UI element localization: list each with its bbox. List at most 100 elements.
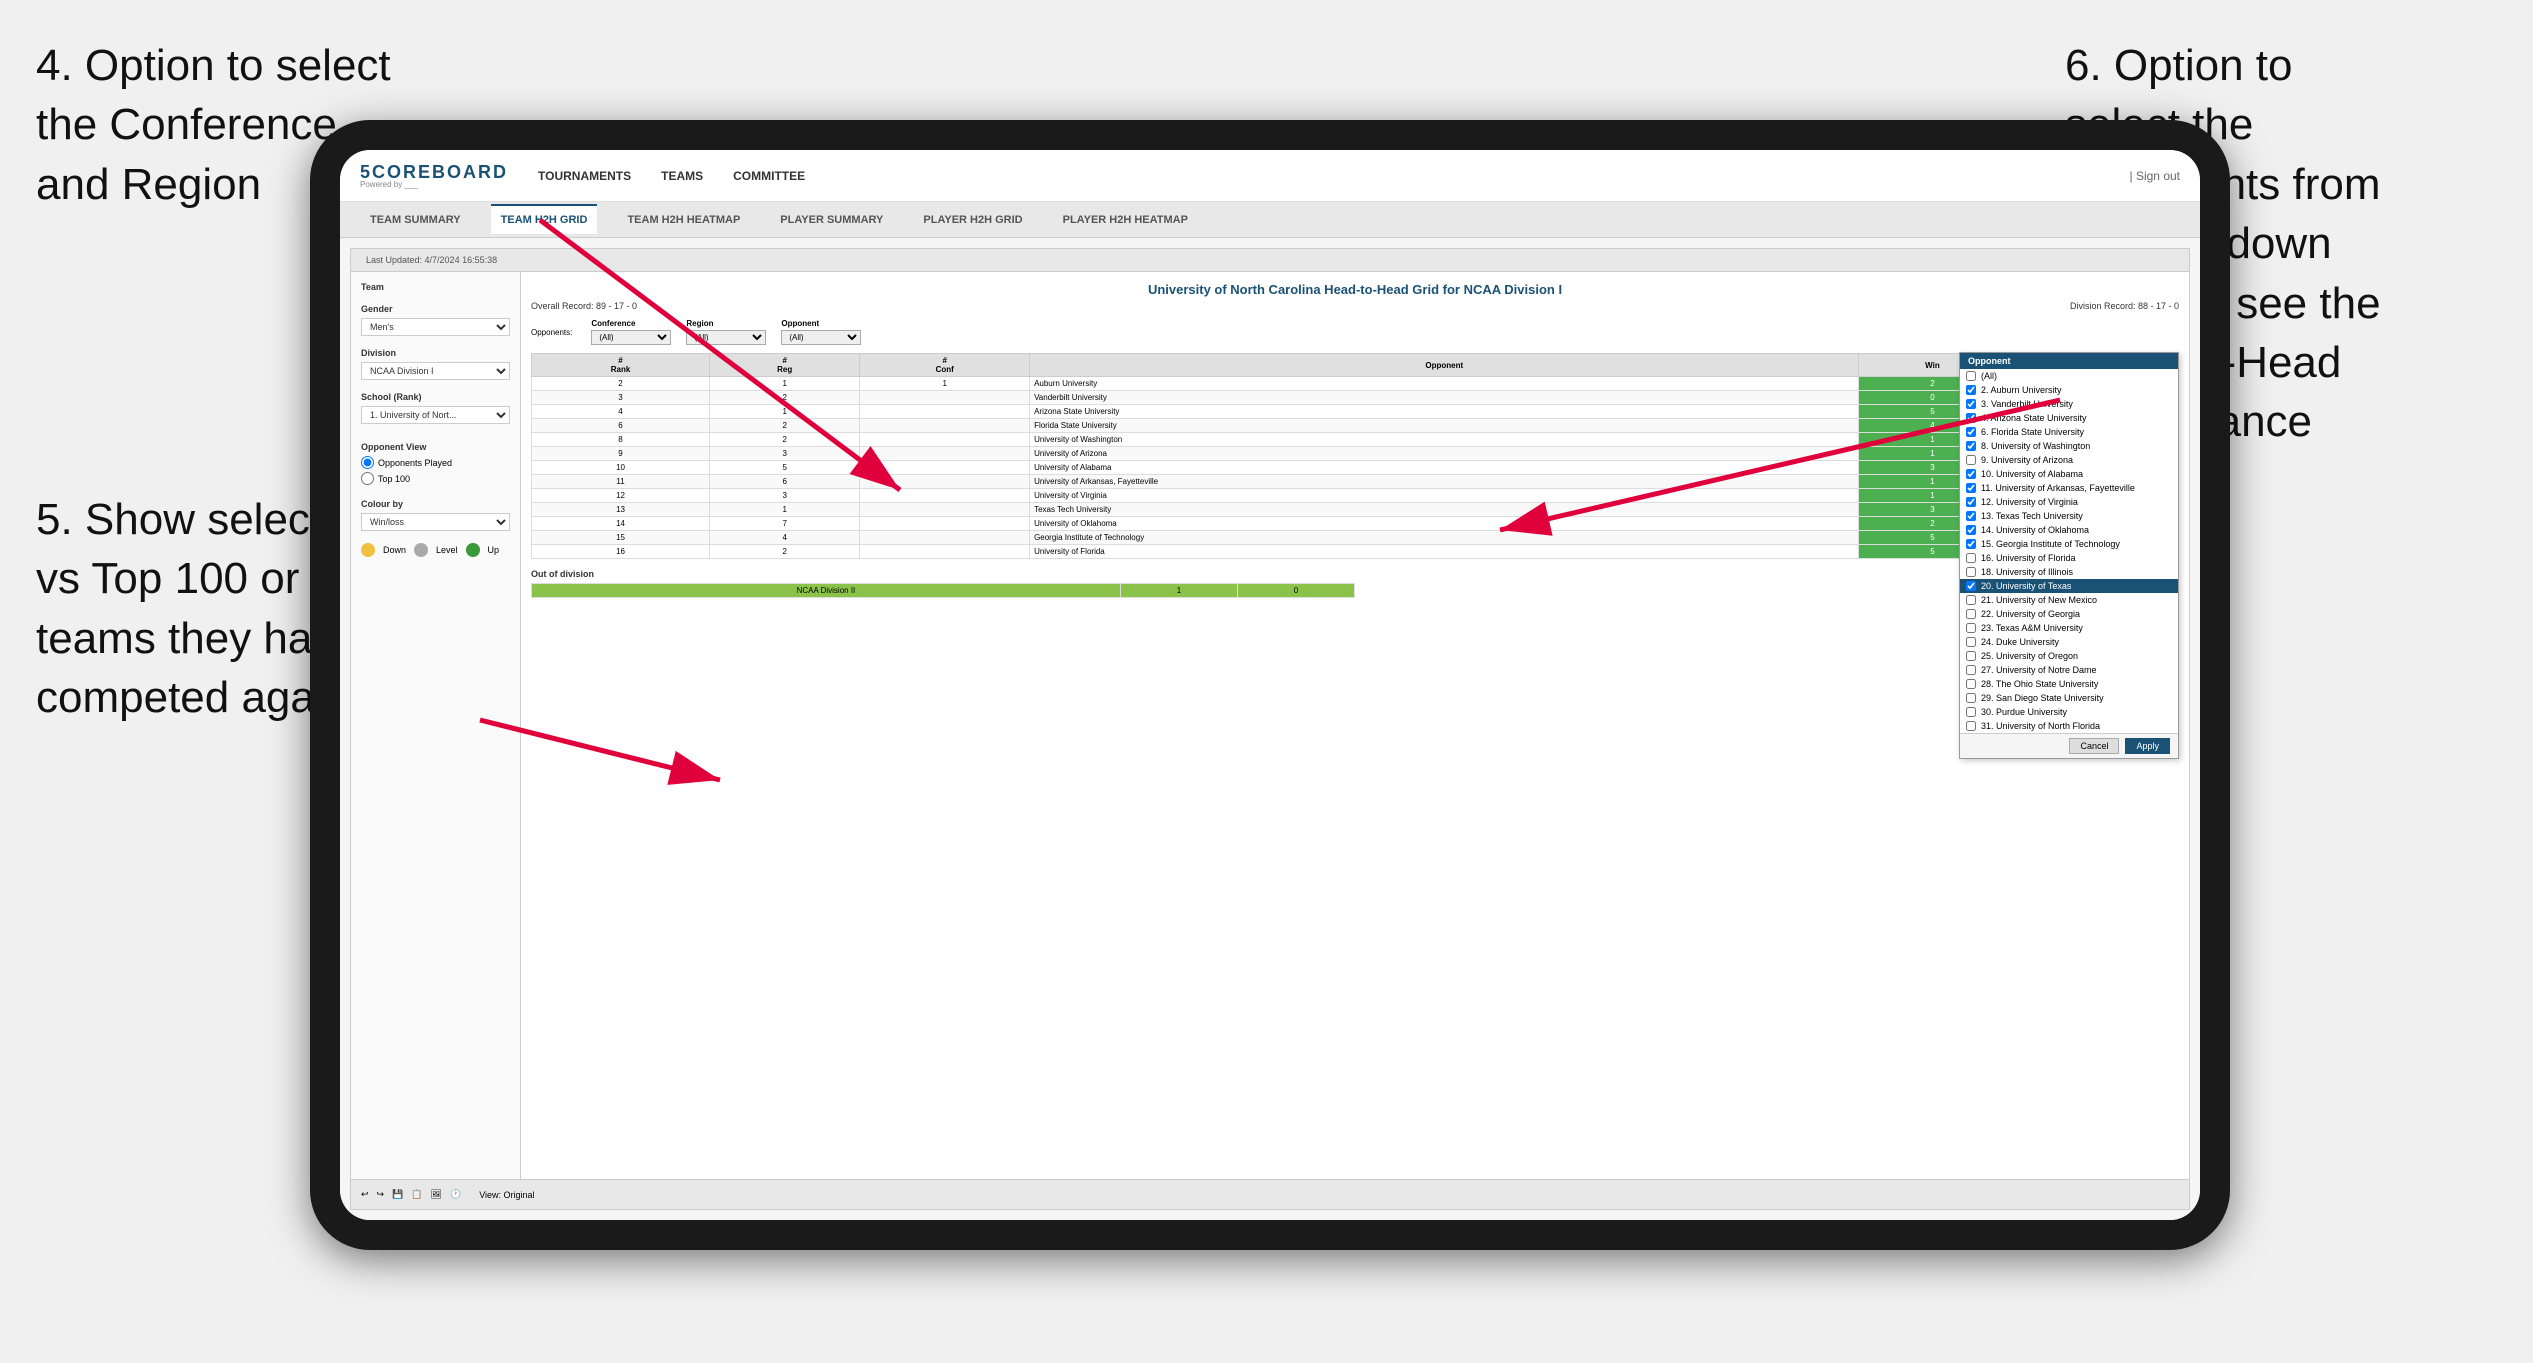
dropdown-checkbox[interactable] bbox=[1966, 581, 1976, 591]
nav-committee[interactable]: COMMITTEE bbox=[733, 169, 805, 183]
dropdown-item[interactable]: 15. Georgia Institute of Technology bbox=[1960, 537, 2178, 551]
dropdown-checkbox[interactable] bbox=[1966, 609, 1976, 619]
dropdown-item[interactable]: 6. Florida State University bbox=[1960, 425, 2178, 439]
dropdown-checkbox[interactable] bbox=[1966, 721, 1976, 731]
image-icon[interactable]: 🖼 bbox=[431, 1189, 442, 1200]
dropdown-item[interactable]: 3. Vanderbilt University bbox=[1960, 397, 2178, 411]
dropdown-checkbox[interactable] bbox=[1966, 567, 1976, 577]
colour-by-select[interactable]: Win/loss bbox=[361, 513, 510, 531]
dropdown-checkbox[interactable] bbox=[1966, 441, 1976, 451]
dropdown-item[interactable]: 24. Duke University bbox=[1960, 635, 2178, 649]
tab-player-h2h-grid[interactable]: PLAYER H2H GRID bbox=[913, 206, 1032, 234]
dropdown-item[interactable]: 4. Arizona State University bbox=[1960, 411, 2178, 425]
school-select[interactable]: 1. University of Nort... bbox=[361, 406, 510, 424]
dropdown-checkbox[interactable] bbox=[1966, 427, 1976, 437]
opponent-filter-select[interactable]: (All) bbox=[781, 330, 861, 345]
overall-record: Overall Record: 89 - 17 - 0 bbox=[531, 301, 637, 311]
opponent-cell: University of Washington bbox=[1030, 433, 1859, 447]
dropdown-item[interactable]: 22. University of Georgia bbox=[1960, 607, 2178, 621]
dropdown-item[interactable]: 8. University of Washington bbox=[1960, 439, 2178, 453]
dropdown-item[interactable]: 13. Texas Tech University bbox=[1960, 509, 2178, 523]
conference-filter-group: Conference (All) bbox=[591, 319, 671, 345]
tab-team-h2h-heatmap[interactable]: TEAM H2H HEATMAP bbox=[617, 206, 750, 234]
conf-cell bbox=[860, 489, 1030, 503]
dropdown-item-label: 27. University of Notre Dame bbox=[1981, 665, 2097, 675]
dropdown-item[interactable]: 20. University of Texas bbox=[1960, 579, 2178, 593]
dropdown-item[interactable]: 9. University of Arizona bbox=[1960, 453, 2178, 467]
dropdown-checkbox[interactable] bbox=[1966, 693, 1976, 703]
reg-cell: 2 bbox=[710, 545, 860, 559]
dropdown-item[interactable]: 30. Purdue University bbox=[1960, 705, 2178, 719]
dropdown-checkbox[interactable] bbox=[1966, 595, 1976, 605]
opponent-dropdown[interactable]: Opponent (All) 2. Auburn University 3. V… bbox=[1959, 352, 2179, 759]
gender-select[interactable]: Men's bbox=[361, 318, 510, 336]
dropdown-item[interactable]: 28. The Ohio State University bbox=[1960, 677, 2178, 691]
radio-top-100[interactable]: Top 100 bbox=[361, 472, 510, 485]
radio-opponents-played[interactable]: Opponents Played bbox=[361, 456, 510, 469]
rank-cell: 2 bbox=[532, 377, 710, 391]
dropdown-checkbox[interactable] bbox=[1966, 665, 1976, 675]
dropdown-item[interactable]: 11. University of Arkansas, Fayetteville bbox=[1960, 481, 2178, 495]
dropdown-item[interactable]: 18. University of Illinois bbox=[1960, 565, 2178, 579]
tab-player-h2h-heatmap[interactable]: PLAYER H2H HEATMAP bbox=[1053, 206, 1198, 234]
dropdown-item[interactable]: 12. University of Virginia bbox=[1960, 495, 2178, 509]
dropdown-item[interactable]: 2. Auburn University bbox=[1960, 383, 2178, 397]
undo-icon[interactable]: ↩ bbox=[361, 1189, 369, 1200]
conference-filter-select[interactable]: (All) bbox=[591, 330, 671, 345]
nav-tournaments[interactable]: TOURNAMENTS bbox=[538, 169, 631, 183]
apply-button[interactable]: Apply bbox=[2125, 738, 2170, 754]
tab-team-h2h-grid[interactable]: TEAM H2H GRID bbox=[491, 204, 598, 234]
dropdown-item-label: 3. Vanderbilt University bbox=[1981, 399, 2073, 409]
dropdown-item[interactable]: 27. University of Notre Dame bbox=[1960, 663, 2178, 677]
dropdown-item[interactable]: 25. University of Oregon bbox=[1960, 649, 2178, 663]
tab-team-summary[interactable]: TEAM SUMMARY bbox=[360, 206, 471, 234]
dropdown-item-label: 10. University of Alabama bbox=[1981, 469, 2083, 479]
dropdown-item[interactable]: 29. San Diego State University bbox=[1960, 691, 2178, 705]
nav-sign-out[interactable]: | Sign out bbox=[2130, 169, 2180, 183]
dropdown-checkbox[interactable] bbox=[1966, 623, 1976, 633]
nav-teams[interactable]: TEAMS bbox=[661, 169, 703, 183]
copy-icon[interactable]: 📋 bbox=[411, 1189, 422, 1200]
reg-cell: 1 bbox=[710, 377, 860, 391]
dropdown-item[interactable]: (All) bbox=[1960, 369, 2178, 383]
dropdown-checkbox[interactable] bbox=[1966, 399, 1976, 409]
dropdown-checkbox[interactable] bbox=[1966, 413, 1976, 423]
dropdown-item[interactable]: 21. University of New Mexico bbox=[1960, 593, 2178, 607]
rank-cell: 6 bbox=[532, 419, 710, 433]
dropdown-checkbox[interactable] bbox=[1966, 679, 1976, 689]
opponent-filter-group: Opponent (All) bbox=[781, 319, 861, 345]
opponent-view-section: Opponent View Opponents Played Top 100 bbox=[361, 442, 510, 485]
rank-cell: 16 bbox=[532, 545, 710, 559]
dropdown-checkbox[interactable] bbox=[1966, 525, 1976, 535]
clock-icon[interactable]: 🕐 bbox=[450, 1189, 461, 1200]
dropdown-checkbox[interactable] bbox=[1966, 637, 1976, 647]
dropdown-checkbox[interactable] bbox=[1966, 707, 1976, 717]
dropdown-checkbox[interactable] bbox=[1966, 469, 1976, 479]
dropdown-item[interactable]: 10. University of Alabama bbox=[1960, 467, 2178, 481]
region-filter-select[interactable]: (All) bbox=[686, 330, 766, 345]
dropdown-checkbox[interactable] bbox=[1966, 553, 1976, 563]
dropdown-item[interactable]: 31. University of North Florida bbox=[1960, 719, 2178, 733]
opponent-cell: Texas Tech University bbox=[1030, 503, 1859, 517]
dropdown-checkbox[interactable] bbox=[1966, 385, 1976, 395]
dropdown-checkbox[interactable] bbox=[1966, 497, 1976, 507]
save-icon[interactable]: 💾 bbox=[392, 1189, 403, 1200]
dropdown-checkbox[interactable] bbox=[1966, 483, 1976, 493]
dropdown-checkbox[interactable] bbox=[1966, 539, 1976, 549]
table-row: 8 2 University of Washington 1 0 bbox=[532, 433, 2179, 447]
region-filter-group: Region (All) bbox=[686, 319, 766, 345]
tablet-frame: 5COREBOARD Powered by ___ TOURNAMENTS TE… bbox=[310, 120, 2230, 1250]
dropdown-checkbox[interactable] bbox=[1966, 651, 1976, 661]
dropdown-checkbox[interactable] bbox=[1966, 455, 1976, 465]
dropdown-checkbox[interactable] bbox=[1966, 511, 1976, 521]
dropdown-checkbox[interactable] bbox=[1966, 371, 1976, 381]
cancel-button[interactable]: Cancel bbox=[2069, 738, 2119, 754]
conf-cell bbox=[860, 475, 1030, 489]
redo-icon[interactable]: ↪ bbox=[377, 1189, 385, 1200]
dropdown-item[interactable]: 23. Texas A&M University bbox=[1960, 621, 2178, 635]
tab-player-summary[interactable]: PLAYER SUMMARY bbox=[770, 206, 893, 234]
dropdown-item[interactable]: 16. University of Florida bbox=[1960, 551, 2178, 565]
dropdown-item[interactable]: 14. University of Oklahoma bbox=[1960, 523, 2178, 537]
division-select[interactable]: NCAA Division I bbox=[361, 362, 510, 380]
conf-cell bbox=[860, 517, 1030, 531]
